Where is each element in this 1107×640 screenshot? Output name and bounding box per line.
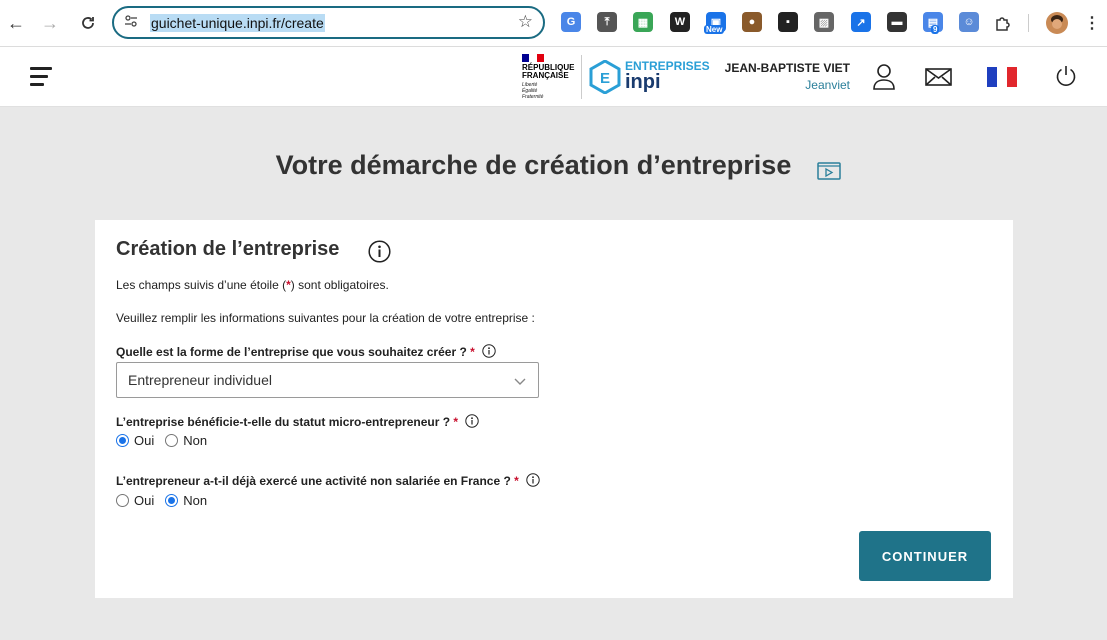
google-translate-icon[interactable]: G <box>561 12 581 32</box>
brand-bottom: inpi <box>625 71 661 93</box>
site-settings-icon[interactable] <box>124 14 138 31</box>
q2-radio-group: Oui Non <box>116 433 218 448</box>
image-icon[interactable]: ▨ <box>814 12 834 32</box>
person-icon[interactable]: ☺ <box>959 12 979 32</box>
q2-oui-radio[interactable] <box>116 434 129 447</box>
grid-icon[interactable]: ▦ <box>633 12 653 32</box>
page-title: Votre démarche de création d’entreprise <box>275 150 792 180</box>
brand-wordmark: ENTREPRISES inpi <box>625 60 710 93</box>
user-login[interactable]: Jeanviet <box>708 76 850 94</box>
profile-avatar[interactable] <box>1046 12 1068 34</box>
section-title: Création de l’entreprise <box>116 238 340 260</box>
hamburger-menu-icon[interactable] <box>30 67 52 87</box>
company-form-value: Entrepreneur individuel <box>128 372 272 388</box>
required-note-after: ) sont obligatoires. <box>290 278 389 292</box>
french-flag-language-icon[interactable] <box>987 67 1017 92</box>
url-text[interactable]: guichet-unique.inpi.fr/create <box>150 14 325 32</box>
toolbar-divider <box>1028 14 1029 32</box>
rf-line2: FRANÇAISE <box>522 71 569 80</box>
account-icon[interactable] <box>873 64 895 95</box>
user-name: JEAN-BAPTISTE VIET <box>724 61 850 75</box>
tape-icon[interactable]: ▪ <box>778 12 798 32</box>
marianne-flag-icon <box>522 54 544 62</box>
back-icon[interactable]: ← <box>4 11 28 35</box>
site-header: RÉPUBLIQUE FRANÇAISE Liberté Égalité Fra… <box>0 47 1107 107</box>
svg-text:E: E <box>600 70 610 87</box>
q1-label-row: Quelle est la forme de l’entreprise que … <box>116 344 496 361</box>
cursor-icon[interactable]: ↗ <box>851 12 871 32</box>
required-note-before: Les champs suivis d’une étoile ( <box>116 278 287 292</box>
q2-oui-option[interactable]: Oui <box>116 433 154 448</box>
continue-button[interactable]: CONTINUER <box>859 531 991 581</box>
q3-radio-group: Oui Non <box>116 493 218 508</box>
rf-motto3: Fraternité <box>522 94 544 100</box>
new-badge: New <box>704 25 725 34</box>
q2-non-radio[interactable] <box>165 434 179 447</box>
q1-info-icon[interactable] <box>482 344 496 361</box>
q2-non-option[interactable]: Non <box>165 433 207 448</box>
form-intro: Veuillez remplir les informations suivan… <box>116 311 535 325</box>
q3-oui-label: Oui <box>134 493 155 508</box>
republique-francaise-logo: RÉPUBLIQUE FRANÇAISE Liberté Égalité Fra… <box>522 54 582 100</box>
q1-required-star: * <box>470 345 475 359</box>
q2-label-row: L’entreprise bénéficie-t-elle du statut … <box>116 414 480 431</box>
w-icon[interactable]: W <box>670 12 690 32</box>
logout-power-icon[interactable] <box>1055 65 1077 92</box>
q1-label: Quelle est la forme de l’entreprise que … <box>116 345 467 359</box>
q3-non-option[interactable]: Non <box>165 493 207 508</box>
q3-label: L’entrepreneur a-t-il déjà exercé une ac… <box>116 474 511 488</box>
bookmark-star-icon[interactable]: ☆ <box>518 12 533 32</box>
q3-oui-radio[interactable] <box>116 494 129 507</box>
browser-menu-icon[interactable]: ⋮ <box>1080 11 1104 35</box>
q3-info-icon[interactable] <box>526 473 540 490</box>
q2-non-label: Non <box>183 433 208 448</box>
address-bar[interactable]: guichet-unique.inpi.fr/create ☆ <box>112 6 545 39</box>
entreprises-e-logo-icon: E <box>588 59 624 95</box>
info-icon[interactable] <box>368 240 391 268</box>
video-tutorial-icon[interactable] <box>817 160 841 185</box>
q2-oui-label: Oui <box>134 433 155 448</box>
q2-label: L’entreprise bénéficie-t-elle du statut … <box>116 415 451 429</box>
q2-info-icon[interactable] <box>465 414 480 431</box>
q3-required-star: * <box>514 474 519 488</box>
count-badge: 9 <box>931 25 940 34</box>
q3-non-radio[interactable] <box>165 494 179 507</box>
q2-required-star: * <box>453 415 459 429</box>
mail-icon[interactable] <box>925 68 952 91</box>
spy-icon[interactable]: ▬ <box>887 12 907 32</box>
logo-separator <box>581 55 582 99</box>
q3-label-row: L’entrepreneur a-t-il déjà exercé une ac… <box>116 473 540 490</box>
pin-icon[interactable]: ⤒ <box>597 12 617 32</box>
browser-toolbar: ← → guichet-unique.inpi.fr/create ☆ G ⤒ ▦ W… <box>0 0 1107 47</box>
required-note: Les champs suivis d’une étoile (*) sont … <box>116 278 389 292</box>
extensions-puzzle-icon[interactable] <box>991 11 1015 35</box>
reload-icon[interactable] <box>76 11 100 35</box>
form-card: Création de l’entreprise Les champs suiv… <box>95 220 1013 598</box>
forward-icon[interactable]: → <box>38 11 62 35</box>
cookie-icon[interactable]: ● <box>742 12 762 32</box>
chevron-down-icon <box>514 373 526 391</box>
company-form-select[interactable]: Entrepreneur individuel <box>116 362 539 398</box>
user-info: JEAN-BAPTISTE VIET Jeanviet <box>708 60 850 94</box>
q3-non-label: Non <box>183 493 208 508</box>
q3-oui-option[interactable]: Oui <box>116 493 154 508</box>
